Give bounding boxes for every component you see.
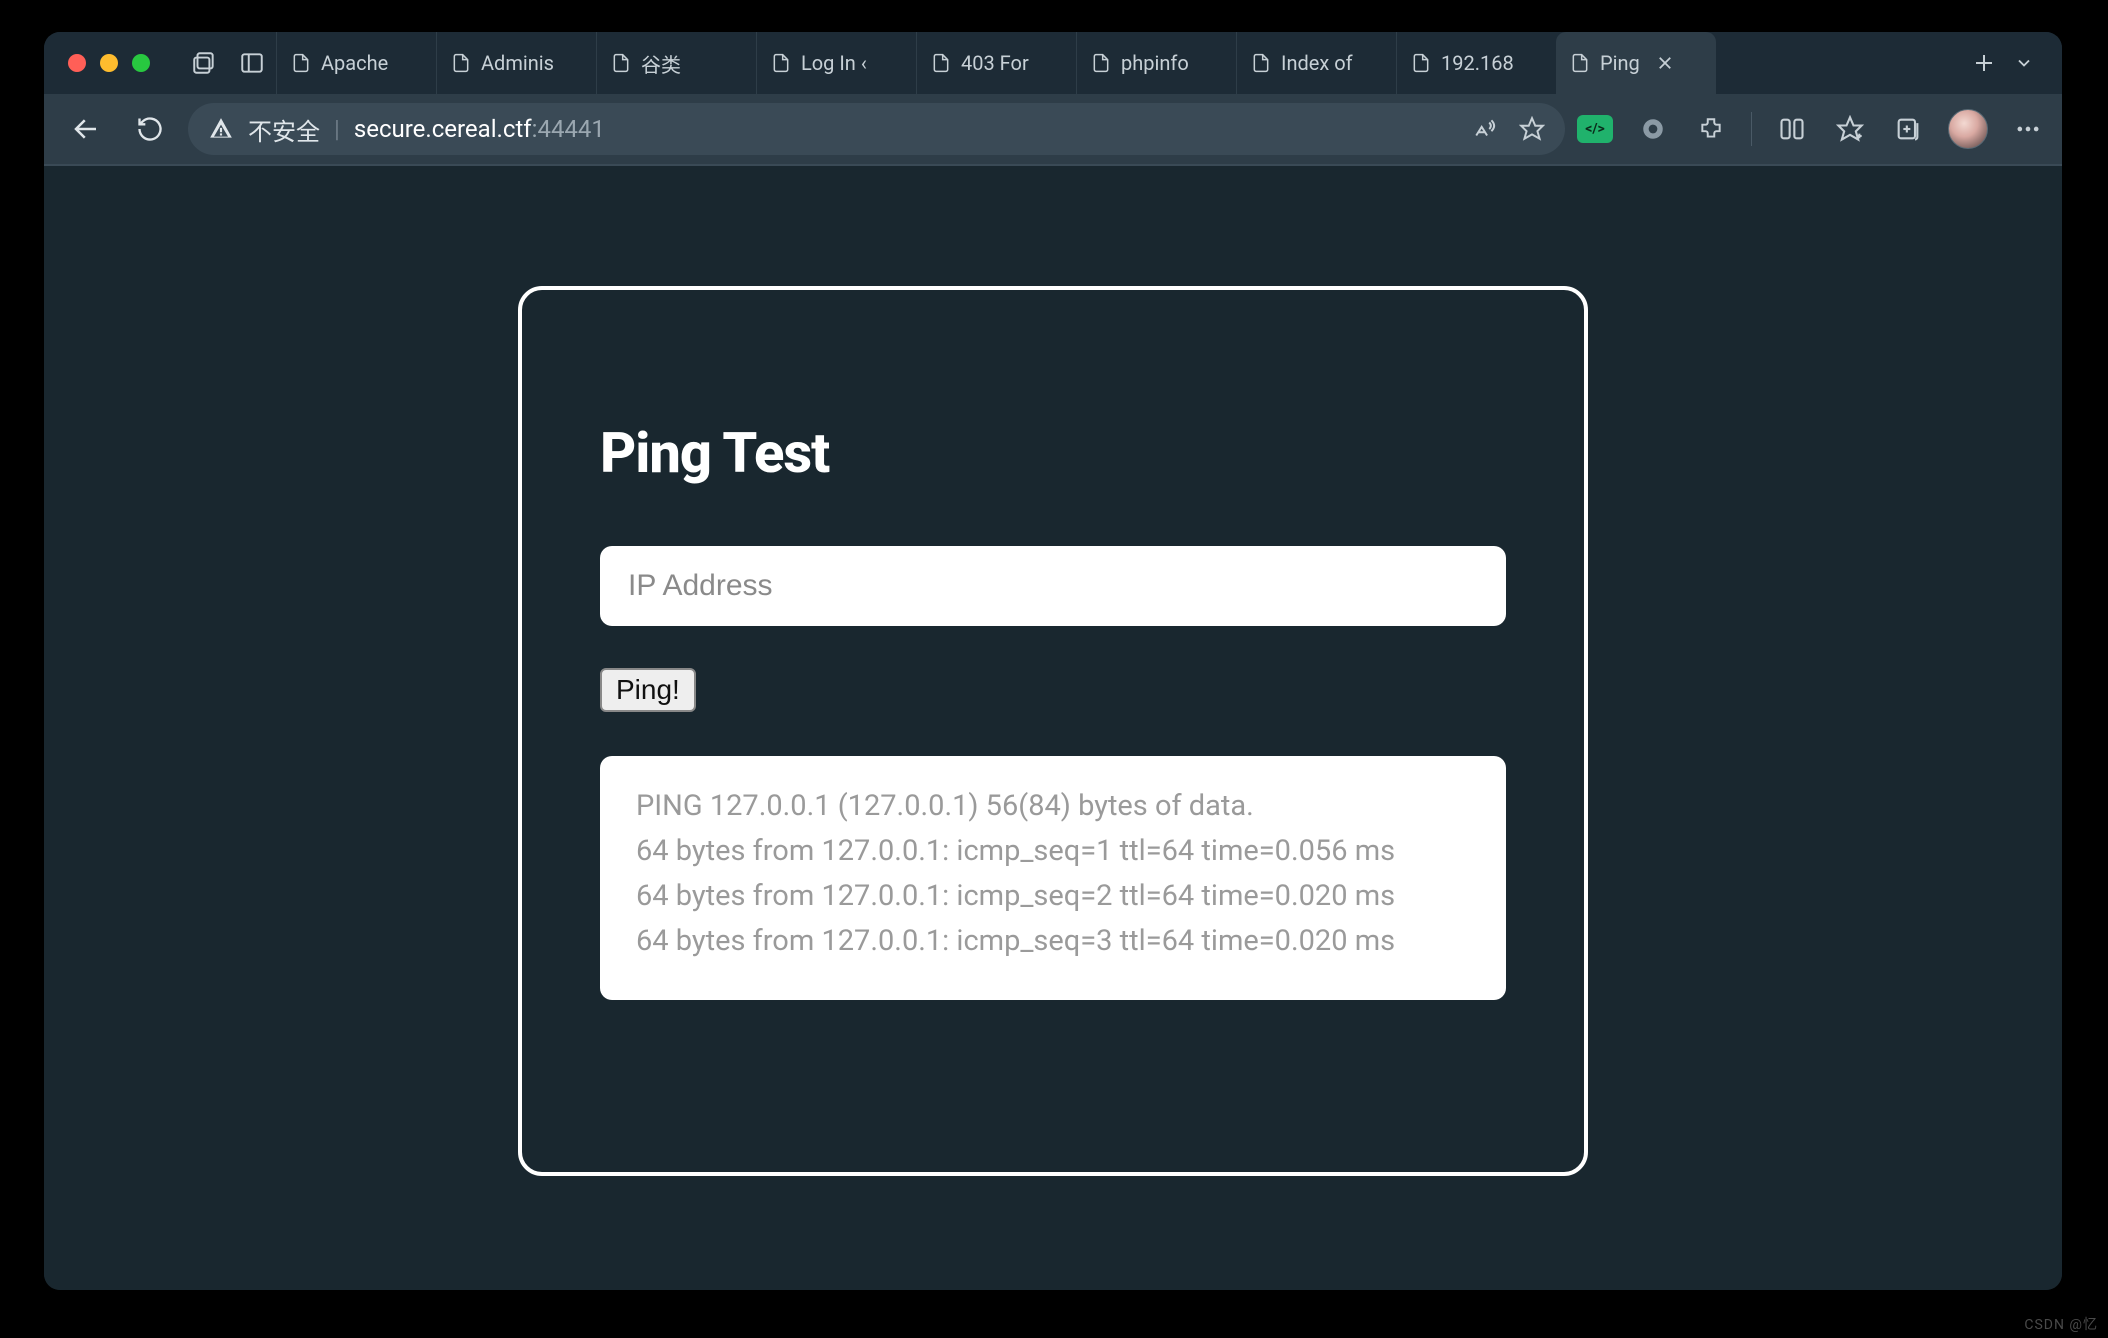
tab-label: phpinfo	[1121, 51, 1189, 75]
tab-label: 谷类	[641, 49, 681, 78]
tab-adminis[interactable]: Adminis	[436, 32, 596, 94]
tab-label: Apache	[321, 51, 388, 75]
output-line: 64 bytes from 127.0.0.1: icmp_seq=1 ttl=…	[636, 829, 1470, 874]
output-line: 64 bytes from 127.0.0.1: icmp_seq=3 ttl=…	[636, 919, 1470, 964]
watermark: CSDN @忆	[2024, 1314, 2098, 1334]
more-menu-icon[interactable]	[2010, 111, 2046, 147]
tab-bar: Apache Adminis 谷类 Log In ‹	[44, 32, 2062, 94]
tab-phpinfo[interactable]: phpinfo	[1076, 32, 1236, 94]
url-text: secure.cereal.ctf:44441	[354, 115, 605, 143]
record-icon[interactable]	[1635, 111, 1671, 147]
new-tab-button[interactable]	[1972, 51, 1996, 75]
tab-label: Adminis	[481, 51, 554, 75]
tab-label: Log In ‹	[801, 51, 867, 75]
tab-label: 403 For	[961, 51, 1029, 75]
output-line: PING 127.0.0.1 (127.0.0.1) 56(84) bytes …	[636, 784, 1470, 829]
window-minimize-button[interactable]	[100, 54, 118, 72]
tab-label: Index of	[1281, 51, 1353, 75]
url-host: secure.cereal.ctf	[354, 115, 532, 143]
tab-indexof[interactable]: Index of	[1236, 32, 1396, 94]
browser-window: Apache Adminis 谷类 Log In ‹	[44, 32, 2062, 1290]
tabs-container: Apache Adminis 谷类 Log In ‹	[276, 32, 1958, 94]
tab-label: Ping	[1600, 51, 1640, 75]
page-content: Ping Test Ping! PING 127.0.0.1 (127.0.0.…	[44, 166, 2062, 1290]
favorite-icon[interactable]	[1519, 116, 1545, 142]
toolbar-right: </>	[1577, 109, 2046, 149]
back-button[interactable]	[60, 103, 112, 155]
file-icon	[1570, 51, 1590, 75]
file-icon	[931, 51, 951, 75]
close-icon[interactable]	[1656, 54, 1674, 72]
refresh-button[interactable]	[124, 103, 176, 155]
ping-panel: Ping Test Ping! PING 127.0.0.1 (127.0.0.…	[518, 286, 1588, 1176]
tab-label: 192.168	[1441, 51, 1514, 75]
tab-overview-icon[interactable]	[190, 49, 218, 77]
file-icon	[291, 51, 311, 75]
tab-ping[interactable]: Ping	[1556, 32, 1716, 94]
sidebar-toggle-icon[interactable]	[238, 49, 266, 77]
tab-403[interactable]: 403 For	[916, 32, 1076, 94]
file-icon	[451, 51, 471, 75]
window-maximize-button[interactable]	[132, 54, 150, 72]
page-title: Ping Test	[600, 420, 1506, 486]
file-icon	[1251, 51, 1271, 75]
file-icon	[771, 51, 791, 75]
tab-actions	[1958, 51, 2048, 75]
favorites-star-icon[interactable]	[1832, 111, 1868, 147]
profile-avatar[interactable]	[1948, 109, 1988, 149]
window-close-button[interactable]	[68, 54, 86, 72]
divider	[1751, 112, 1752, 146]
output-line: 64 bytes from 127.0.0.1: icmp_seq=2 ttl=…	[636, 874, 1470, 919]
read-aloud-icon[interactable]	[1473, 116, 1499, 142]
devtools-icon[interactable]: </>	[1577, 111, 1613, 147]
collections-icon[interactable]	[1890, 111, 1926, 147]
file-icon	[1411, 51, 1431, 75]
split-screen-icon[interactable]	[1774, 111, 1810, 147]
extensions-icon[interactable]	[1693, 111, 1729, 147]
not-secure-icon	[208, 116, 234, 142]
url-box[interactable]: 不安全 | secure.cereal.ctf:44441	[188, 103, 1565, 155]
tab-192168[interactable]: 192.168	[1396, 32, 1556, 94]
ping-output: PING 127.0.0.1 (127.0.0.1) 56(84) bytes …	[600, 756, 1506, 1000]
security-label: 不安全	[248, 112, 320, 147]
tab-login[interactable]: Log In ‹	[756, 32, 916, 94]
address-bar: 不安全 | secure.cereal.ctf:44441 </>	[44, 94, 2062, 166]
file-icon	[611, 51, 631, 75]
url-port: :44441	[532, 115, 605, 143]
ping-button[interactable]: Ping!	[600, 668, 696, 712]
file-icon	[1091, 51, 1111, 75]
ip-address-input[interactable]	[600, 546, 1506, 626]
tab-list-dropdown[interactable]	[2014, 53, 2034, 73]
tab-apache[interactable]: Apache	[276, 32, 436, 94]
tab-gulei[interactable]: 谷类	[596, 32, 756, 94]
divider: |	[334, 115, 340, 143]
window-controls	[68, 54, 150, 72]
